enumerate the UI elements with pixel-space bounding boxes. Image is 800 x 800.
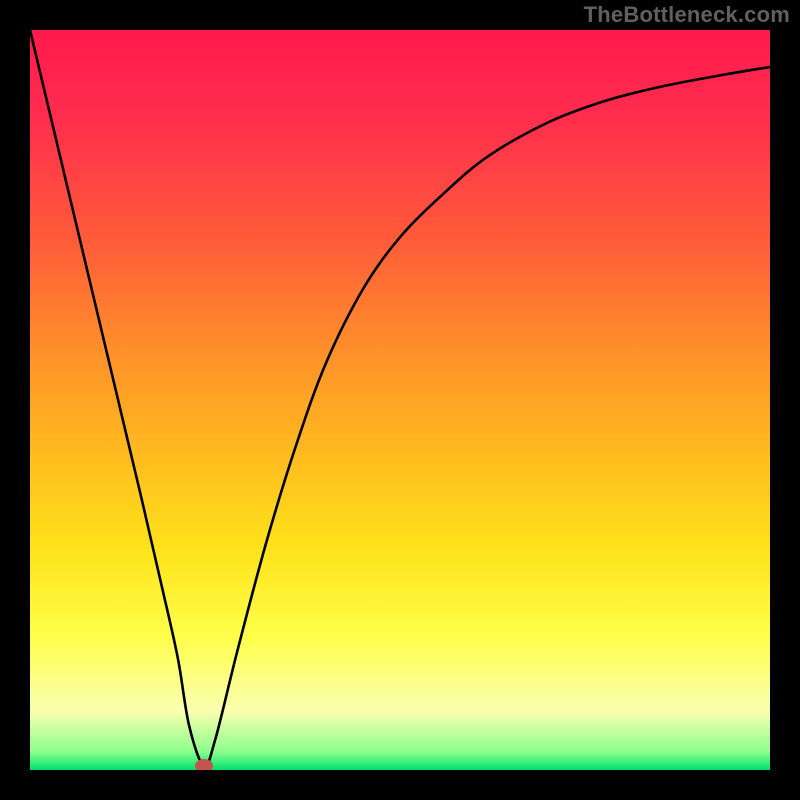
bottleneck-curve-path <box>30 30 770 767</box>
chart-frame: TheBottleneck.com <box>0 0 800 800</box>
minimum-marker <box>195 759 213 770</box>
watermark-text: TheBottleneck.com <box>584 2 790 28</box>
plot-area <box>30 30 770 770</box>
curve-svg <box>30 30 770 770</box>
